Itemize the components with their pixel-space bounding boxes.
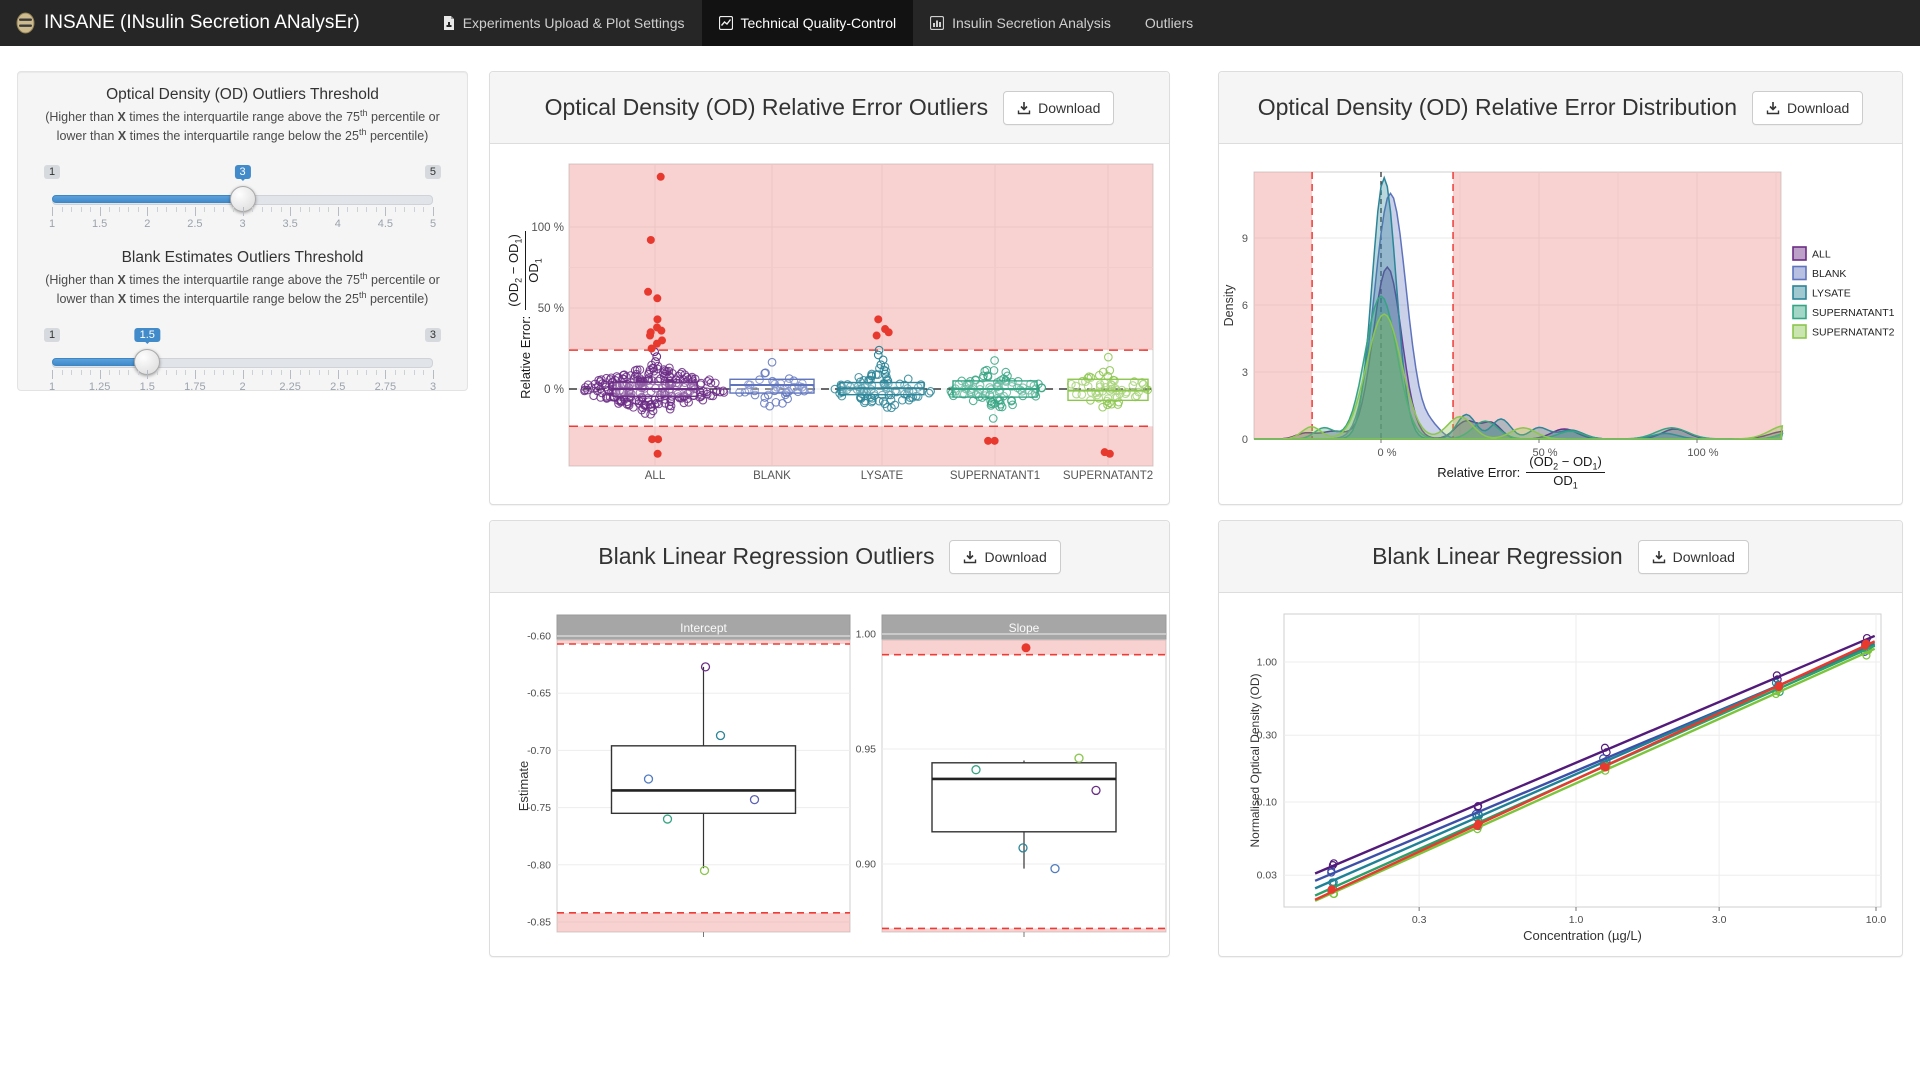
panel-body: 1.000.300.100.030.31.03.010.0Concentrati… xyxy=(1219,593,1902,957)
download-button[interactable]: Download xyxy=(1638,540,1749,574)
panel-header: Blank Linear Regression Download xyxy=(1219,521,1902,593)
svg-text:Density: Density xyxy=(1222,284,1236,326)
svg-text:1.00: 1.00 xyxy=(1257,657,1278,669)
legend: ALL BLANK LYSATE SUPERNATANT1 SUPERNATANT2 xyxy=(1793,247,1895,339)
od-threshold-title: Optical Density (OD) Outliers Threshold xyxy=(38,86,447,104)
download-button[interactable]: Download xyxy=(1003,91,1114,125)
od-threshold-slider: 1 5 3 11.522.533.544.55 xyxy=(52,159,433,233)
slider-value-badge: 1.5 xyxy=(135,328,160,342)
panel-header: Blank Linear Regression Outliers Downloa… xyxy=(490,521,1169,593)
slider-grid: 11.522.533.544.55 xyxy=(52,207,433,233)
svg-text:-0.85: -0.85 xyxy=(527,917,551,929)
download-icon xyxy=(1017,101,1031,115)
svg-text:0.95: 0.95 xyxy=(856,744,877,756)
svg-text:1.0: 1.0 xyxy=(1569,914,1584,926)
svg-text:0.3: 0.3 xyxy=(1412,914,1427,926)
svg-text:SUPERNATANT2: SUPERNATANT2 xyxy=(1063,470,1153,482)
svg-text:100 %: 100 % xyxy=(1687,447,1718,459)
od-threshold-description: (Higher than X times the interquartile r… xyxy=(40,107,445,145)
svg-text:3.0: 3.0 xyxy=(1712,914,1727,926)
svg-text:BLANK: BLANK xyxy=(753,470,791,482)
od-relative-error-outliers-panel: Optical Density (OD) Relative Error Outl… xyxy=(489,71,1170,505)
svg-text:Estimate: Estimate xyxy=(516,761,531,812)
blank-regression-outliers-panel: Blank Linear Regression Outliers Downloa… xyxy=(489,520,1170,957)
threshold-settings-panel: Optical Density (OD) Outliers Threshold … xyxy=(17,71,468,391)
svg-text:Normalised Optical Density (OD: Normalised Optical Density (OD) xyxy=(1248,673,1262,847)
svg-text:ALL: ALL xyxy=(645,470,666,482)
slider-min-badge: 1 xyxy=(44,165,60,179)
panel-title: Optical Density (OD) Relative Error Dist… xyxy=(1258,94,1737,121)
blank-regression-outliers-chart: Intercept-0.60-0.65-0.70-0.75-0.80-0.85S… xyxy=(490,593,1169,957)
slider-value-badge: 3 xyxy=(234,165,250,179)
nav-items: Experiments Upload & Plot Settings Techn… xyxy=(426,0,1210,46)
panel-title: Optical Density (OD) Relative Error Outl… xyxy=(545,94,989,121)
blank-regression-panel: Blank Linear Regression Download 1.00 0.3… xyxy=(1218,520,1903,957)
svg-text:0.03: 0.03 xyxy=(1257,870,1278,882)
slider-fill xyxy=(52,195,243,203)
svg-text:Slope: Slope xyxy=(1009,621,1040,635)
app-brand[interactable]: INSANE (INsulin Secretion ANalysEr) xyxy=(0,0,380,46)
svg-text:SUPERNATANT1: SUPERNATANT1 xyxy=(950,470,1040,482)
svg-text:-0.70: -0.70 xyxy=(527,745,551,757)
svg-text:0: 0 xyxy=(1242,434,1248,446)
download-icon xyxy=(1652,550,1666,564)
od-relative-error-outliers-chart: ALL BLANK LYSATE SUPERNATANT1 SUPERNATANT2 0 … xyxy=(490,144,1169,506)
blank-threshold-description: (Higher than X times the interquartile r… xyxy=(40,270,445,308)
od-relative-error-distribution-chart: 03690 %50 %100 %DensityALLBLANKLYSATESUP… xyxy=(1219,144,1902,506)
download-button[interactable]: Download xyxy=(1752,91,1863,125)
slider-grid: 11.251.51.7522.252.52.753 xyxy=(52,370,433,396)
svg-text:BLANK: BLANK xyxy=(1812,268,1846,280)
svg-text:10.0: 10.0 xyxy=(1866,914,1887,926)
blank-threshold-slider: 1 3 1.5 11.251.51.7522.252.52.753 xyxy=(52,322,433,396)
svg-text:Intercept: Intercept xyxy=(680,621,727,635)
svg-text:1.00: 1.00 xyxy=(856,629,877,641)
tab-experiments-upload[interactable]: Experiments Upload & Plot Settings xyxy=(426,0,702,46)
svg-text:-0.65: -0.65 xyxy=(527,688,551,700)
panel-body: ALL BLANK LYSATE SUPERNATANT1 SUPERNATANT2 0 … xyxy=(490,144,1169,506)
slider-max-badge: 5 xyxy=(425,165,441,179)
svg-text:ALL: ALL xyxy=(1812,249,1831,261)
tab-outliers[interactable]: Outliers xyxy=(1128,0,1210,46)
panel-title: Blank Linear Regression Outliers xyxy=(598,543,934,570)
slider-max-badge: 3 xyxy=(425,328,441,342)
svg-text:0.90: 0.90 xyxy=(856,859,877,871)
svg-text:LYSATE: LYSATE xyxy=(861,470,904,482)
slider-fill xyxy=(52,358,147,366)
bar-chart-icon xyxy=(930,16,944,30)
line-chart-icon xyxy=(719,16,733,30)
app-logo-icon xyxy=(16,12,35,34)
svg-text:6: 6 xyxy=(1242,300,1248,312)
file-icon xyxy=(443,16,455,31)
blank-threshold-title: Blank Estimates Outliers Threshold xyxy=(38,249,447,267)
svg-text:Concentration (µg/L): Concentration (µg/L) xyxy=(1523,928,1642,943)
download-icon xyxy=(1766,101,1780,115)
blank-regression-chart: 1.000.300.100.030.31.03.010.0Concentrati… xyxy=(1219,593,1902,957)
x-axis-formula: Relative Error: (OD2 − OD1)OD1 xyxy=(1371,454,1671,491)
panel-body: 03690 %50 %100 %DensityALLBLANKLYSATESUP… xyxy=(1219,144,1902,506)
y-axis-formula: Relative Error: (OD2 − OD1)OD1 xyxy=(503,185,547,445)
od-relative-error-distribution-panel: Optical Density (OD) Relative Error Dist… xyxy=(1218,71,1903,505)
svg-text:-0.80: -0.80 xyxy=(527,859,551,871)
svg-text:SUPERNATANT2: SUPERNATANT2 xyxy=(1812,327,1895,339)
panel-header: Optical Density (OD) Relative Error Dist… xyxy=(1219,72,1902,144)
panel-header: Optical Density (OD) Relative Error Outl… xyxy=(490,72,1169,144)
page: INSANE (INsulin Secretion ANalysEr) Expe… xyxy=(0,0,1920,1080)
panel-title: Blank Linear Regression xyxy=(1372,543,1623,570)
tab-technical-quality-control[interactable]: Technical Quality-Control xyxy=(702,0,914,46)
download-button[interactable]: Download xyxy=(949,540,1060,574)
app-title: INSANE (INsulin Secretion ANalysEr) xyxy=(44,12,360,34)
svg-text:0 %: 0 % xyxy=(544,384,564,396)
svg-text:LYSATE: LYSATE xyxy=(1812,288,1851,300)
download-icon xyxy=(963,550,977,564)
navbar: INSANE (INsulin Secretion ANalysEr) Expe… xyxy=(0,0,1920,46)
svg-text:SUPERNATANT1: SUPERNATANT1 xyxy=(1812,307,1895,319)
panel-body: Intercept-0.60-0.65-0.70-0.75-0.80-0.85S… xyxy=(490,593,1169,957)
slider-min-badge: 1 xyxy=(44,328,60,342)
tab-insulin-secretion-analysis[interactable]: Insulin Secretion Analysis xyxy=(913,0,1128,46)
svg-text:9: 9 xyxy=(1242,233,1248,245)
svg-text:3: 3 xyxy=(1242,367,1248,379)
svg-text:-0.60: -0.60 xyxy=(527,631,551,643)
